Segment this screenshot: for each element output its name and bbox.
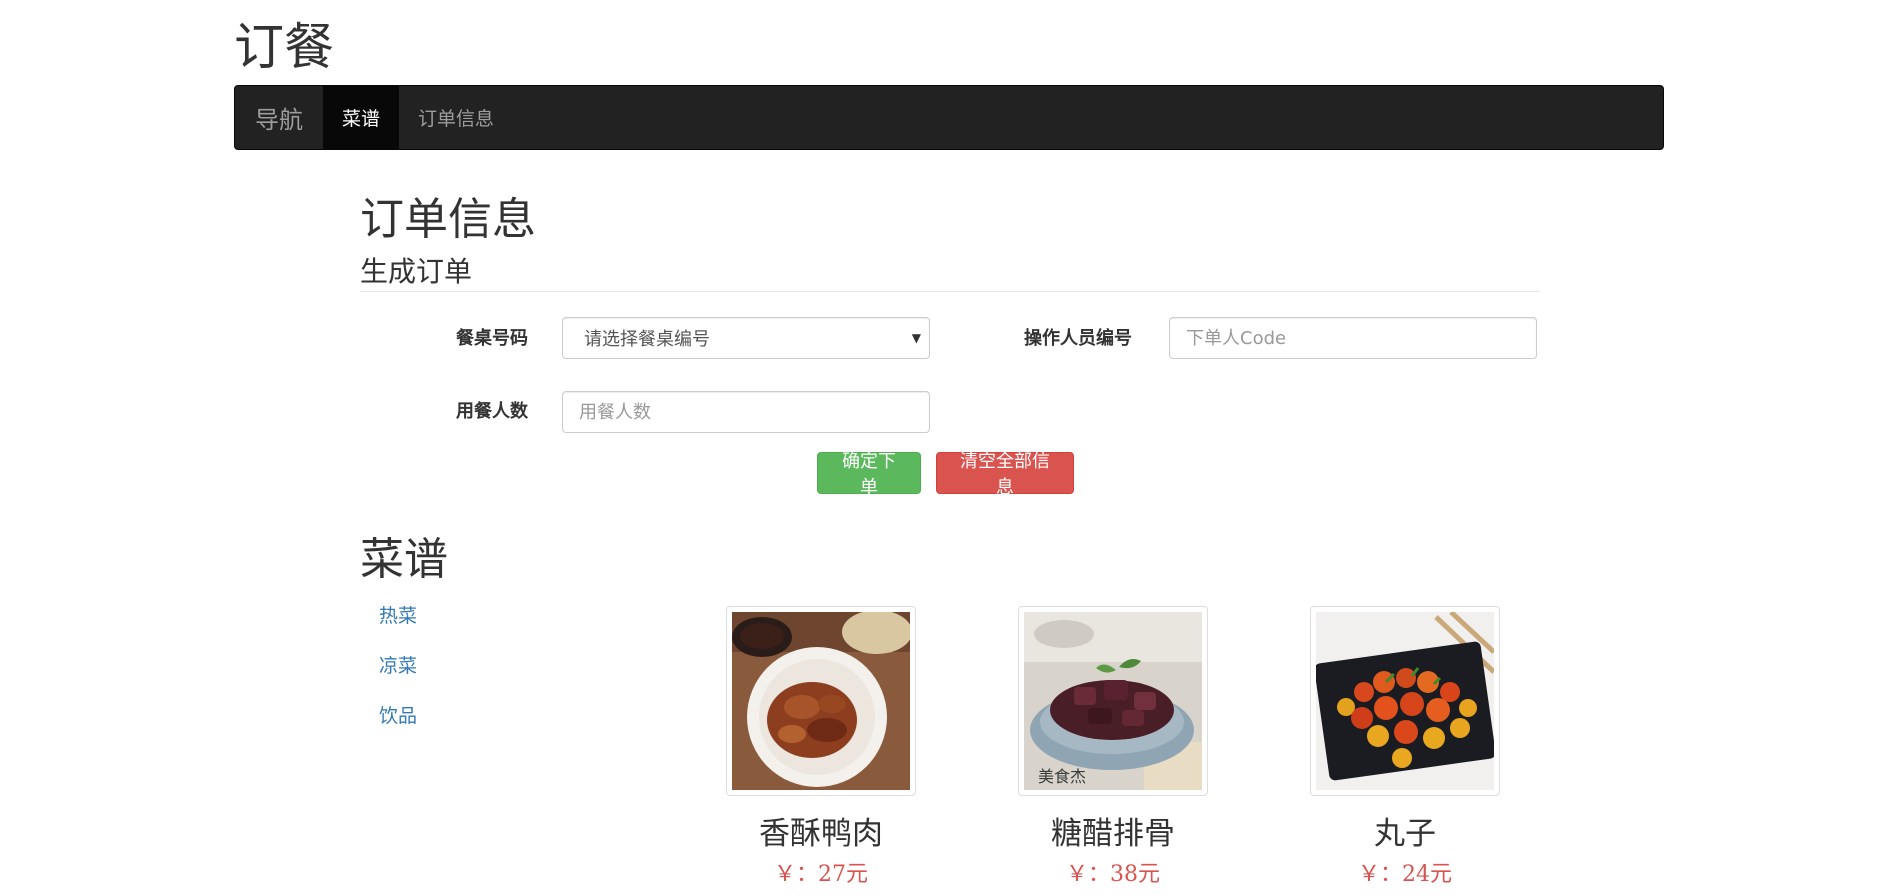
category-link-cold-dishes[interactable]: 凉菜: [379, 653, 417, 679]
meatballs-image: [1316, 612, 1494, 790]
nav-item-order-info[interactable]: 订单信息: [399, 86, 513, 149]
nav-brand[interactable]: 导航: [235, 86, 323, 149]
diners-count-input[interactable]: [562, 391, 930, 433]
menu-section-title: 菜谱: [360, 534, 448, 585]
table-number-select[interactable]: 请选择餐桌编号 ▼: [562, 317, 930, 359]
nav-item-menu[interactable]: 菜谱: [323, 86, 400, 149]
dish-price: ￥：38元: [1066, 862, 1160, 887]
dish-name: 糖醋排骨: [1051, 816, 1175, 852]
category-link-drinks[interactable]: 饮品: [379, 703, 417, 729]
caret-down-icon: ▼: [911, 331, 921, 345]
clear-all-button[interactable]: 清空全部信息: [936, 451, 1074, 498]
dish-name: 香酥鸭肉: [759, 816, 883, 852]
table-number-label: 餐桌号码: [456, 328, 528, 349]
dish-name: 丸子: [1374, 816, 1436, 852]
svg-text:美食杰: 美食杰: [1038, 767, 1086, 786]
app-title: 订餐: [234, 18, 334, 76]
roast-duck-image: [732, 612, 910, 790]
navbar: 导航 菜谱 订单信息: [234, 85, 1664, 150]
dish-card: 丸子 ￥：24元: [1310, 606, 1500, 890]
dish-price: ￥：27元: [774, 862, 868, 887]
dish-price: ￥：24元: [1358, 862, 1452, 887]
order-section-title: 订单信息: [360, 194, 536, 245]
operator-id-input[interactable]: [1169, 317, 1537, 359]
submit-order-button[interactable]: 确定下单: [817, 451, 921, 498]
dish-thumbnail[interactable]: 美食杰: [1018, 606, 1208, 796]
category-link-hot-dishes[interactable]: 热菜: [379, 603, 417, 629]
dish-thumbnail[interactable]: [1310, 606, 1500, 796]
dish-card: 美食杰 糖醋排骨 ￥：38元: [1018, 606, 1208, 890]
section-divider: [360, 291, 1540, 292]
dish-card: 香酥鸭肉 ￥：27元: [726, 606, 916, 890]
operator-id-label: 操作人员编号: [1024, 328, 1132, 349]
sweet-sour-ribs-image: 美食杰: [1024, 612, 1202, 790]
table-number-select-value: 请选择餐桌编号: [584, 329, 710, 350]
diners-count-label: 用餐人数: [456, 401, 528, 422]
order-subtitle: 生成订单: [360, 255, 473, 288]
dish-thumbnail[interactable]: [726, 606, 916, 796]
